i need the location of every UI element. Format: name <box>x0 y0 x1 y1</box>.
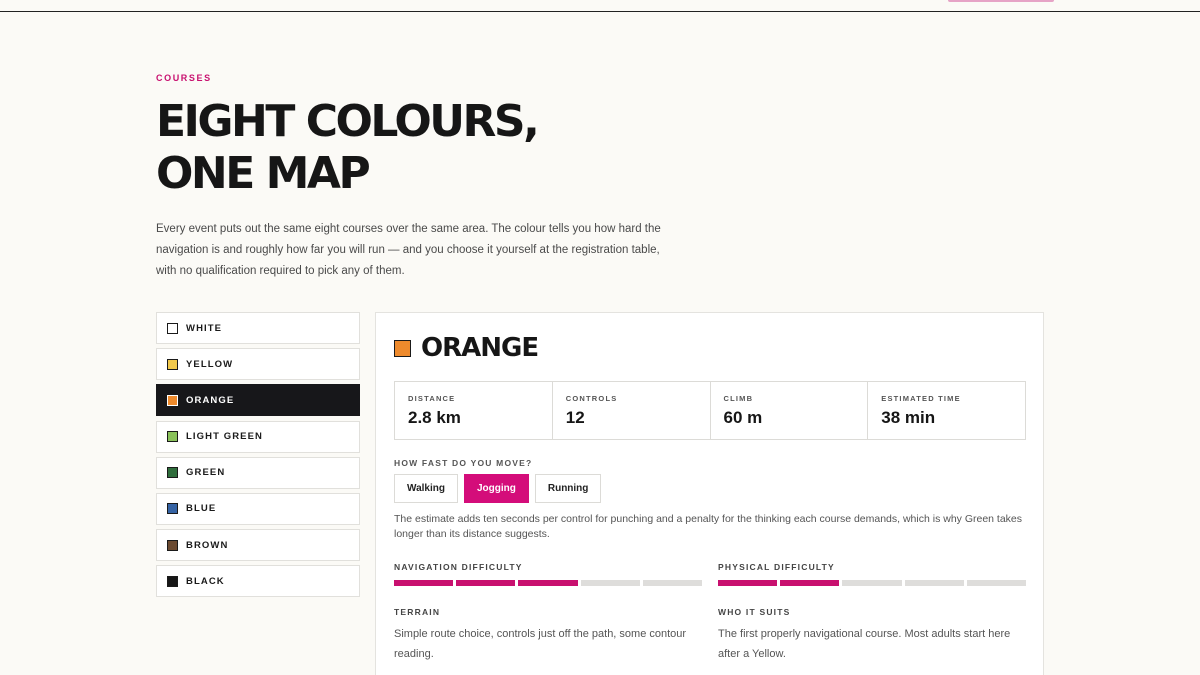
difficulty-segment <box>780 580 840 586</box>
course-label: BROWN <box>186 539 229 551</box>
course-item-green[interactable]: GREEN <box>156 456 360 489</box>
stat-climb: CLIMB 60 m <box>711 382 869 439</box>
course-item-blue[interactable]: BLUE <box>156 492 360 525</box>
stat-label: CONTROLS <box>565 394 618 403</box>
difficulty-segment <box>580 580 640 586</box>
suits-section: WHO IT SUITS The first properly navigati… <box>718 607 1018 664</box>
swatch-orange <box>167 394 178 406</box>
navigation-difficulty-label: NAVIGATION DIFFICULTY <box>394 562 523 572</box>
swatch-black <box>167 575 178 587</box>
stat-label: DISTANCE <box>408 394 456 403</box>
swatch-white <box>167 322 178 334</box>
stat-estimated-time: ESTIMATED TIME 38 min <box>868 382 1025 439</box>
difficulty-segment <box>518 580 578 586</box>
course-stats: DISTANCE 2.8 km CONTROLS 12 CLIMB 60 m E… <box>394 381 1026 440</box>
speed-walking-button[interactable]: Walking <box>394 474 458 503</box>
course-detail-header: ORANGE <box>394 333 539 363</box>
course-item-light-green[interactable]: LIGHT GREEN <box>156 420 360 453</box>
difficulty-segment <box>642 580 703 586</box>
stat-label: ESTIMATED TIME <box>881 394 961 403</box>
top-rule <box>0 11 1200 12</box>
difficulty-segment <box>966 580 1027 586</box>
course-item-orange[interactable]: ORANGE <box>156 384 360 417</box>
course-label: LIGHT GREEN <box>186 431 264 443</box>
speed-selector: Walking Jogging Running <box>394 474 602 503</box>
course-label: YELLOW <box>186 358 234 370</box>
stat-controls: CONTROLS 12 <box>553 382 711 439</box>
course-label: WHITE <box>186 322 223 334</box>
stat-value: 12 <box>565 408 585 427</box>
navigation-difficulty-meter <box>394 580 703 586</box>
speed-running-button[interactable]: Running <box>534 474 602 503</box>
course-list: WHITE YELLOW ORANGE LIGHT GREEN GREEN BL… <box>156 312 360 602</box>
course-label: BLUE <box>186 503 217 515</box>
swatch-light-green <box>167 431 178 443</box>
difficulty-segment <box>394 580 454 586</box>
course-item-black[interactable]: BLACK <box>156 565 360 598</box>
course-label: GREEN <box>186 467 226 479</box>
navigation-difficulty: NAVIGATION DIFFICULTY <box>394 562 703 586</box>
terrain-text: Simple route choice, controls just off t… <box>394 628 687 660</box>
speed-selector-label: HOW FAST DO YOU MOVE? <box>394 458 533 468</box>
difficulty-segment <box>718 580 778 586</box>
stat-distance: DISTANCE 2.8 km <box>395 382 553 439</box>
section-eyebrow: COURSES <box>156 73 212 83</box>
physical-difficulty-label: PHYSICAL DIFFICULTY <box>718 562 835 572</box>
terrain-section: TERRAIN Simple route choice, controls ju… <box>394 607 694 664</box>
suits-text: The first properly navigational course. … <box>718 628 1011 660</box>
swatch-yellow <box>167 358 178 370</box>
course-item-yellow[interactable]: YELLOW <box>156 348 360 381</box>
stat-value: 60 m <box>723 408 763 427</box>
swatch-blue <box>167 503 178 515</box>
course-item-white[interactable]: WHITE <box>156 312 360 344</box>
stat-label: CLIMB <box>723 394 754 403</box>
course-detail-title: ORANGE <box>421 333 539 363</box>
header-accent-button[interactable] <box>948 0 1054 2</box>
physical-difficulty: PHYSICAL DIFFICULTY <box>718 562 1027 586</box>
terrain-label: TERRAIN <box>394 607 441 617</box>
physical-difficulty-meter <box>718 580 1027 586</box>
swatch-brown <box>167 539 178 551</box>
difficulty-segment <box>904 580 964 586</box>
course-label: BLACK <box>186 575 225 587</box>
intro-text: Every event puts out the same eight cour… <box>156 223 661 277</box>
page-title: EIGHT COLOURS, ONE MAP <box>156 96 676 200</box>
stat-value: 2.8 km <box>408 408 461 427</box>
course-detail-swatch <box>394 339 411 357</box>
difficulty-segment <box>456 580 516 586</box>
speed-jogging-button[interactable]: Jogging <box>463 474 529 503</box>
course-label: ORANGE <box>186 394 235 406</box>
page-title-line2: ONE MAP <box>156 148 371 199</box>
difficulty-segment <box>842 580 902 586</box>
speed-note: The estimate adds ten seconds per contro… <box>394 513 1023 540</box>
swatch-green <box>167 467 178 479</box>
stat-value: 38 min <box>881 408 936 427</box>
page-title-line1: EIGHT COLOURS, <box>156 96 540 147</box>
suits-label: WHO IT SUITS <box>718 607 791 617</box>
course-detail-panel: ORANGE DISTANCE 2.8 km CONTROLS 12 CLIMB… <box>375 312 1044 675</box>
course-item-brown[interactable]: BROWN <box>156 529 360 562</box>
